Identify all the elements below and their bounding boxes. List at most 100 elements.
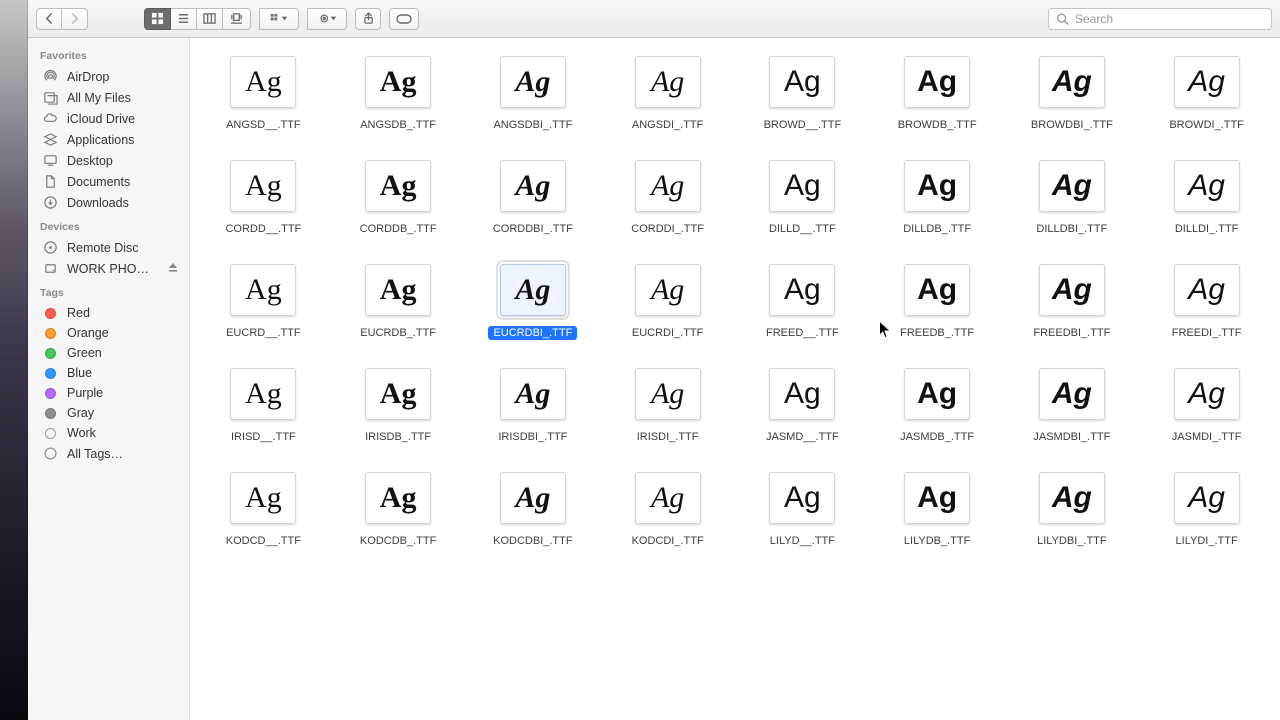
file-item[interactable]: AgFREED__.TTF: [735, 264, 870, 340]
file-thumbnail: Ag: [1039, 368, 1105, 420]
file-item[interactable]: AgIRISDBI_.TTF: [466, 368, 601, 444]
file-item[interactable]: Ag BROWD__.TTF: [735, 56, 870, 132]
file-grid-area[interactable]: AgANGSD__.TTFAgANGSDB_.TTFAgANGSDBI_.TTF…: [190, 38, 1280, 720]
file-item[interactable]: AgJASMDB_.TTF: [870, 368, 1005, 444]
tags-button[interactable]: [389, 8, 419, 30]
share-button[interactable]: [355, 8, 381, 30]
sidebar-item-favorite[interactable]: AirDrop: [28, 66, 189, 87]
sidebar-item-label: All My Files: [67, 91, 179, 105]
arrange-button-group: [259, 8, 299, 30]
file-item[interactable]: AgKODCD__.TTF: [196, 472, 331, 548]
file-item[interactable]: AgCORDDBI_.TTF: [466, 160, 601, 236]
forward-button[interactable]: [62, 8, 88, 30]
sidebar-all-tags[interactable]: All Tags…: [28, 443, 189, 464]
file-thumbnail: Ag: [769, 160, 835, 212]
view-mode-buttons: [144, 8, 251, 30]
file-item[interactable]: AgDILLD__.TTF: [735, 160, 870, 236]
file-item[interactable]: AgEUCRDB_.TTF: [331, 264, 466, 340]
sidebar-item-tag[interactable]: Blue: [28, 363, 189, 383]
eject-icon[interactable]: [167, 261, 179, 276]
file-item[interactable]: AgFREEDI_.TTF: [1139, 264, 1274, 340]
file-item[interactable]: AgBROWDB_.TTF: [870, 56, 1005, 132]
file-item[interactable]: AgLILYDB_.TTF: [870, 472, 1005, 548]
file-item[interactable]: AgFREEDBI_.TTF: [1005, 264, 1140, 340]
sidebar-item-label: Orange: [67, 326, 179, 340]
sidebar-item-favorite[interactable]: Downloads: [28, 192, 189, 213]
file-item[interactable]: AgBROWDI_.TTF: [1139, 56, 1274, 132]
view-icons-button[interactable]: [144, 8, 171, 30]
tag-icon: [42, 308, 59, 319]
file-item[interactable]: AgDILLDB_.TTF: [870, 160, 1005, 236]
desktop-background: [0, 0, 28, 720]
file-thumbnail: Ag: [769, 56, 835, 108]
file-thumbnail: Ag: [365, 160, 431, 212]
sidebar-item-favorite[interactable]: Desktop: [28, 150, 189, 171]
file-name-label: BROWD__.TTF: [759, 118, 847, 132]
file-item[interactable]: AgIRISD__.TTF: [196, 368, 331, 444]
sidebar-item-favorite[interactable]: All My Files: [28, 87, 189, 108]
sidebar-item-label: WORK PHO…: [67, 262, 159, 276]
sidebar-item-tag[interactable]: Purple: [28, 383, 189, 403]
view-coverflow-button[interactable]: [223, 8, 251, 30]
file-item[interactable]: Ag EUCRD__.TTF: [196, 264, 331, 340]
file-name-label: CORDDBI_.TTF: [488, 222, 578, 236]
file-item[interactable]: AgANGSD__.TTF: [196, 56, 331, 132]
sidebar-item-favorite[interactable]: Applications: [28, 129, 189, 150]
file-item[interactable]: AgJASMD__.TTF: [735, 368, 870, 444]
file-item[interactable]: AgKODCDBI_.TTF: [466, 472, 601, 548]
file-item[interactable]: AgCORDDB_.TTF: [331, 160, 466, 236]
sidebar-item-device[interactable]: WORK PHO…: [28, 258, 189, 279]
file-item[interactable]: AgANGSDBI_.TTF: [466, 56, 601, 132]
file-item[interactable]: AgKODCDB_.TTF: [331, 472, 466, 548]
view-list-button[interactable]: [171, 8, 197, 30]
view-columns-button[interactable]: [197, 8, 223, 30]
file-thumbnail: Ag: [230, 368, 296, 420]
action-button[interactable]: [307, 8, 347, 30]
file-thumbnail: Ag: [365, 56, 431, 108]
file-item[interactable]: AgJASMDBI_.TTF: [1005, 368, 1140, 444]
file-item[interactable]: AgLILYD__.TTF: [735, 472, 870, 548]
file-item[interactable]: AgJASMDI_.TTF: [1139, 368, 1274, 444]
apps-icon: [42, 132, 59, 147]
sidebar-item-label: Gray: [67, 406, 179, 420]
file-thumbnail: Ag: [1039, 56, 1105, 108]
file-name-label: LILYDBI_.TTF: [1032, 534, 1111, 548]
file-item[interactable]: AgDILLDBI_.TTF: [1005, 160, 1140, 236]
file-item[interactable]: AgIRISDI_.TTF: [600, 368, 735, 444]
file-item[interactable]: AgANGSDB_.TTF: [331, 56, 466, 132]
sidebar-item-tag[interactable]: Work: [28, 423, 189, 443]
file-name-label: DILLDI_.TTF: [1170, 222, 1244, 236]
sidebar-item-tag[interactable]: Gray: [28, 403, 189, 423]
file-name-label: IRISDI_.TTF: [632, 430, 704, 444]
file-item[interactable]: AgIRISDB_.TTF: [331, 368, 466, 444]
file-item[interactable]: AgKODCDI_.TTF: [600, 472, 735, 548]
file-item[interactable]: AgLILYDBI_.TTF: [1005, 472, 1140, 548]
documents-icon: [42, 174, 59, 189]
sidebar-item-favorite[interactable]: Documents: [28, 171, 189, 192]
file-item[interactable]: AgANGSDI_.TTF: [600, 56, 735, 132]
sidebar-item-device[interactable]: Remote Disc: [28, 237, 189, 258]
sidebar-item-label: iCloud Drive: [67, 112, 179, 126]
sidebar-item-label: Purple: [67, 386, 179, 400]
sidebar-item-label: Blue: [67, 366, 179, 380]
back-button[interactable]: [36, 8, 62, 30]
arrange-button[interactable]: [259, 8, 299, 30]
search-icon: [1056, 12, 1069, 25]
sidebar-item-tag[interactable]: Green: [28, 343, 189, 363]
file-item[interactable]: AgEUCRDI_.TTF: [600, 264, 735, 340]
file-name-label: EUCRD__.TTF: [221, 326, 306, 340]
file-item[interactable]: AgBROWDBI_.TTF: [1005, 56, 1140, 132]
search-input[interactable]: [1048, 8, 1272, 30]
file-thumbnail: Ag: [230, 264, 296, 316]
sidebar-item-tag[interactable]: Orange: [28, 323, 189, 343]
file-item[interactable]: AgEUCRDBI_.TTF: [466, 264, 601, 340]
file-item[interactable]: AgCORDD__.TTF: [196, 160, 331, 236]
workdrive-icon: [42, 261, 59, 276]
file-item[interactable]: AgLILYDI_.TTF: [1139, 472, 1274, 548]
file-item[interactable]: AgCORDDI_.TTF: [600, 160, 735, 236]
file-item[interactable]: AgFREEDB_.TTF: [870, 264, 1005, 340]
sidebar-item-tag[interactable]: Red: [28, 303, 189, 323]
file-item[interactable]: AgDILLDI_.TTF: [1139, 160, 1274, 236]
sidebar-item-favorite[interactable]: iCloud Drive: [28, 108, 189, 129]
file-name-label: CORDDI_.TTF: [626, 222, 709, 236]
